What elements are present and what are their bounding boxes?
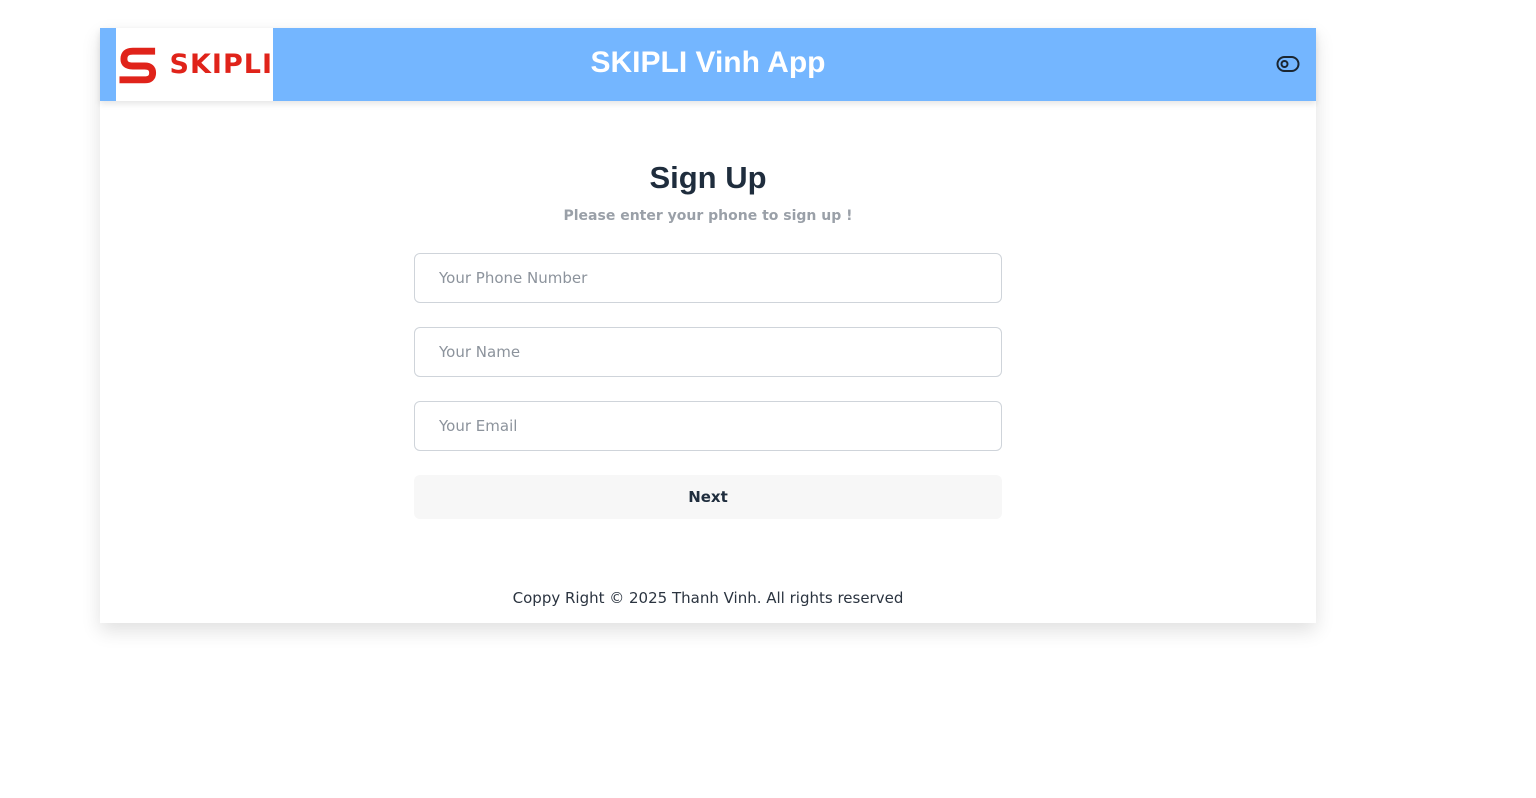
email-input[interactable] [414,401,1002,451]
footer-copyright: Coppy Right © 2025 Thanh Vinh. All right… [512,589,904,607]
app-container: SKIPLI SKIPLI Vinh App Sign Up Please en… [100,28,1316,623]
theme-toggle-button[interactable] [1276,54,1300,74]
name-input[interactable] [414,327,1002,377]
toggle-icon [1276,56,1300,72]
signup-form: Sign Up Please enter your phone to sign … [414,158,1002,519]
page-title: Sign Up [649,160,767,195]
page-subtitle: Please enter your phone to sign up ! [563,208,853,224]
phone-input[interactable] [414,253,1002,303]
skipli-s-logo-icon [119,47,157,83]
logo[interactable]: SKIPLI [116,28,273,101]
app-title: SKIPLI Vinh App [590,46,826,79]
logo-text: SKIPLI [169,48,273,80]
header: SKIPLI SKIPLI Vinh App [100,28,1316,101]
next-button[interactable]: Next [414,475,1002,519]
